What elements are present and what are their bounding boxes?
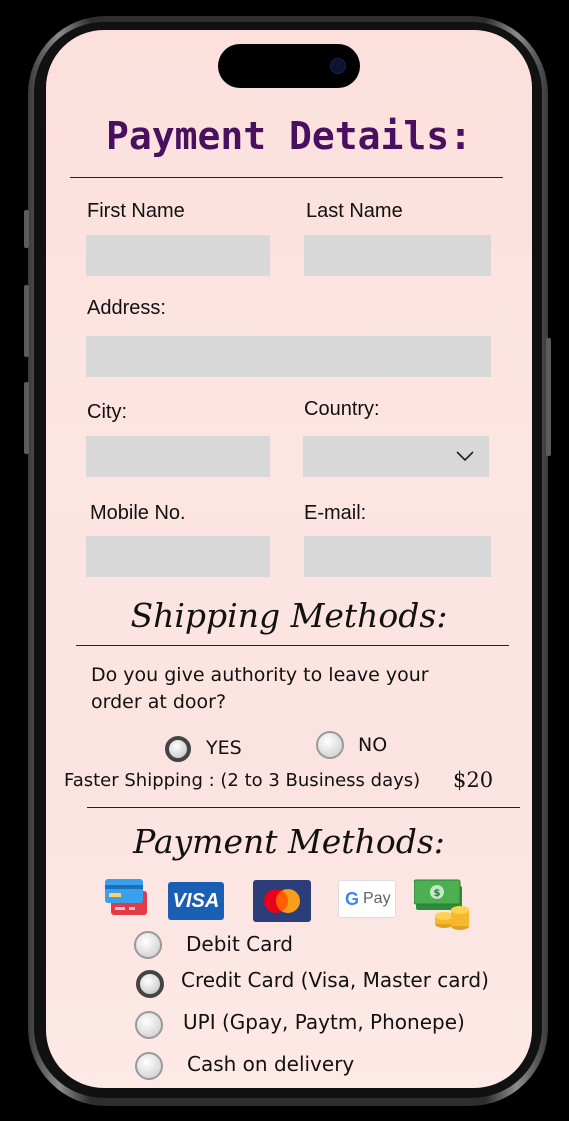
address-field[interactable] bbox=[86, 336, 491, 377]
address-label: Address: bbox=[87, 297, 166, 319]
upi-radio[interactable] bbox=[135, 1011, 163, 1039]
cash-on-delivery-label: Cash on delivery bbox=[187, 1052, 355, 1076]
payment-divider bbox=[87, 807, 520, 808]
door-question-line1: Do you give authority to leave your bbox=[91, 664, 429, 686]
email-label: E-mail: bbox=[304, 502, 367, 524]
shipping-methods-title: Shipping Methods: bbox=[130, 596, 448, 635]
cash-on-delivery-radio[interactable] bbox=[135, 1052, 163, 1080]
title-divider bbox=[70, 177, 503, 178]
yes-radio[interactable] bbox=[165, 736, 191, 762]
visa-icon: VISA bbox=[168, 882, 224, 920]
debit-card-radio[interactable] bbox=[134, 931, 162, 959]
country-select[interactable] bbox=[303, 436, 489, 477]
power-button bbox=[546, 338, 551, 456]
debit-card-label: Debit Card bbox=[186, 932, 293, 956]
volume-down-button bbox=[24, 382, 29, 454]
chevron-down-icon bbox=[456, 451, 474, 462]
shipping-divider bbox=[76, 645, 509, 646]
mobile-field[interactable] bbox=[86, 536, 270, 577]
first-name-label: First Name bbox=[87, 200, 185, 222]
faster-shipping-label: Faster Shipping : (2 to 3 Business days) bbox=[64, 770, 421, 791]
city-field[interactable] bbox=[86, 436, 270, 477]
city-label: City: bbox=[87, 401, 127, 423]
action-button bbox=[24, 210, 29, 248]
email-field[interactable] bbox=[304, 536, 491, 577]
last-name-label: Last Name bbox=[306, 200, 403, 222]
first-name-field[interactable] bbox=[86, 235, 270, 276]
gpay-text: Pay bbox=[363, 890, 391, 907]
faster-shipping-price: $20 bbox=[453, 768, 494, 792]
upi-label: UPI (Gpay, Paytm, Phonepe) bbox=[183, 1010, 465, 1034]
phone-screen: Payment Details: First Name Last Name Ad… bbox=[46, 30, 532, 1088]
camera-icon bbox=[330, 58, 346, 74]
payment-methods-title: Payment Methods: bbox=[133, 822, 445, 861]
credit-card-label: Credit Card (Visa, Master card) bbox=[181, 968, 489, 992]
mastercard-icon bbox=[253, 880, 311, 922]
card-icon bbox=[105, 879, 147, 915]
mobile-label: Mobile No. bbox=[90, 502, 186, 524]
svg-text:$: $ bbox=[434, 888, 441, 899]
country-label: Country: bbox=[304, 398, 380, 420]
volume-up-button bbox=[24, 285, 29, 357]
gpay-g: G bbox=[345, 889, 360, 909]
no-label: NO bbox=[358, 734, 388, 756]
gpay-icon: G Pay bbox=[338, 880, 396, 918]
yes-label: YES bbox=[206, 737, 242, 759]
no-radio[interactable] bbox=[316, 731, 344, 759]
dynamic-island bbox=[218, 44, 360, 88]
visa-text: VISA bbox=[172, 890, 220, 912]
credit-card-radio[interactable] bbox=[136, 970, 164, 998]
last-name-field[interactable] bbox=[304, 235, 491, 276]
cash-icon: $ bbox=[414, 879, 469, 930]
page-title: Payment Details: bbox=[105, 114, 473, 158]
door-question-line2: order at door? bbox=[91, 691, 227, 713]
